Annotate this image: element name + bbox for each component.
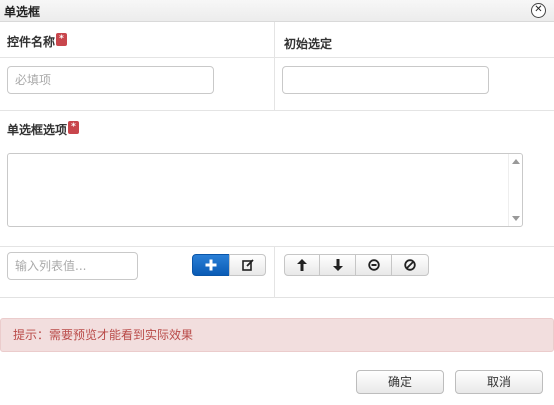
listbox-scrollbar[interactable] bbox=[508, 154, 522, 226]
form-grid: 控件名称* 初始选定 单选框选项* bbox=[0, 22, 554, 298]
ok-button[interactable]: 确定 bbox=[356, 370, 444, 394]
column-divider bbox=[274, 246, 275, 298]
row-divider bbox=[0, 57, 554, 58]
options-label-text: 单选框选项 bbox=[7, 123, 68, 137]
close-icon[interactable]: ✕ bbox=[531, 3, 546, 18]
hint-alert: 提示：需要预览才能看到实际效果 bbox=[0, 318, 554, 352]
radio-select-icon bbox=[367, 259, 380, 271]
arrow-up-icon bbox=[297, 259, 307, 271]
move-down-button[interactable] bbox=[319, 254, 356, 276]
control-name-input[interactable] bbox=[7, 66, 214, 94]
row-divider bbox=[0, 110, 554, 111]
hint-text: 提示：需要预览才能看到实际效果 bbox=[13, 328, 194, 342]
set-default-button[interactable] bbox=[355, 254, 392, 276]
dialog-title: 单选框 bbox=[4, 5, 41, 19]
clear-icon bbox=[404, 259, 416, 271]
move-up-button[interactable] bbox=[284, 254, 320, 276]
dialog-titlebar: 单选框 ✕ bbox=[0, 0, 554, 22]
required-icon: * bbox=[56, 33, 68, 46]
initial-selection-input[interactable] bbox=[282, 66, 489, 94]
scroll-down-icon[interactable] bbox=[512, 216, 520, 221]
column-divider bbox=[274, 22, 275, 110]
control-name-label-text: 控件名称 bbox=[7, 35, 56, 49]
arrow-down-icon bbox=[332, 259, 343, 271]
edit-option-button[interactable] bbox=[229, 254, 266, 276]
options-label: 单选框选项 * bbox=[7, 121, 80, 138]
edit-icon bbox=[241, 259, 254, 271]
row-divider bbox=[0, 246, 554, 247]
clear-selection-button[interactable] bbox=[391, 254, 429, 276]
plus-icon bbox=[205, 259, 217, 271]
initial-selection-label: 初始选定 bbox=[284, 37, 333, 51]
options-listbox[interactable] bbox=[7, 153, 523, 227]
control-name-label: 控件名称 * bbox=[7, 33, 68, 50]
scroll-up-icon[interactable] bbox=[512, 159, 520, 164]
cancel-button[interactable]: 取消 bbox=[455, 370, 543, 394]
add-option-button[interactable] bbox=[192, 254, 230, 276]
list-value-input[interactable] bbox=[7, 252, 138, 280]
required-icon: * bbox=[68, 121, 80, 134]
